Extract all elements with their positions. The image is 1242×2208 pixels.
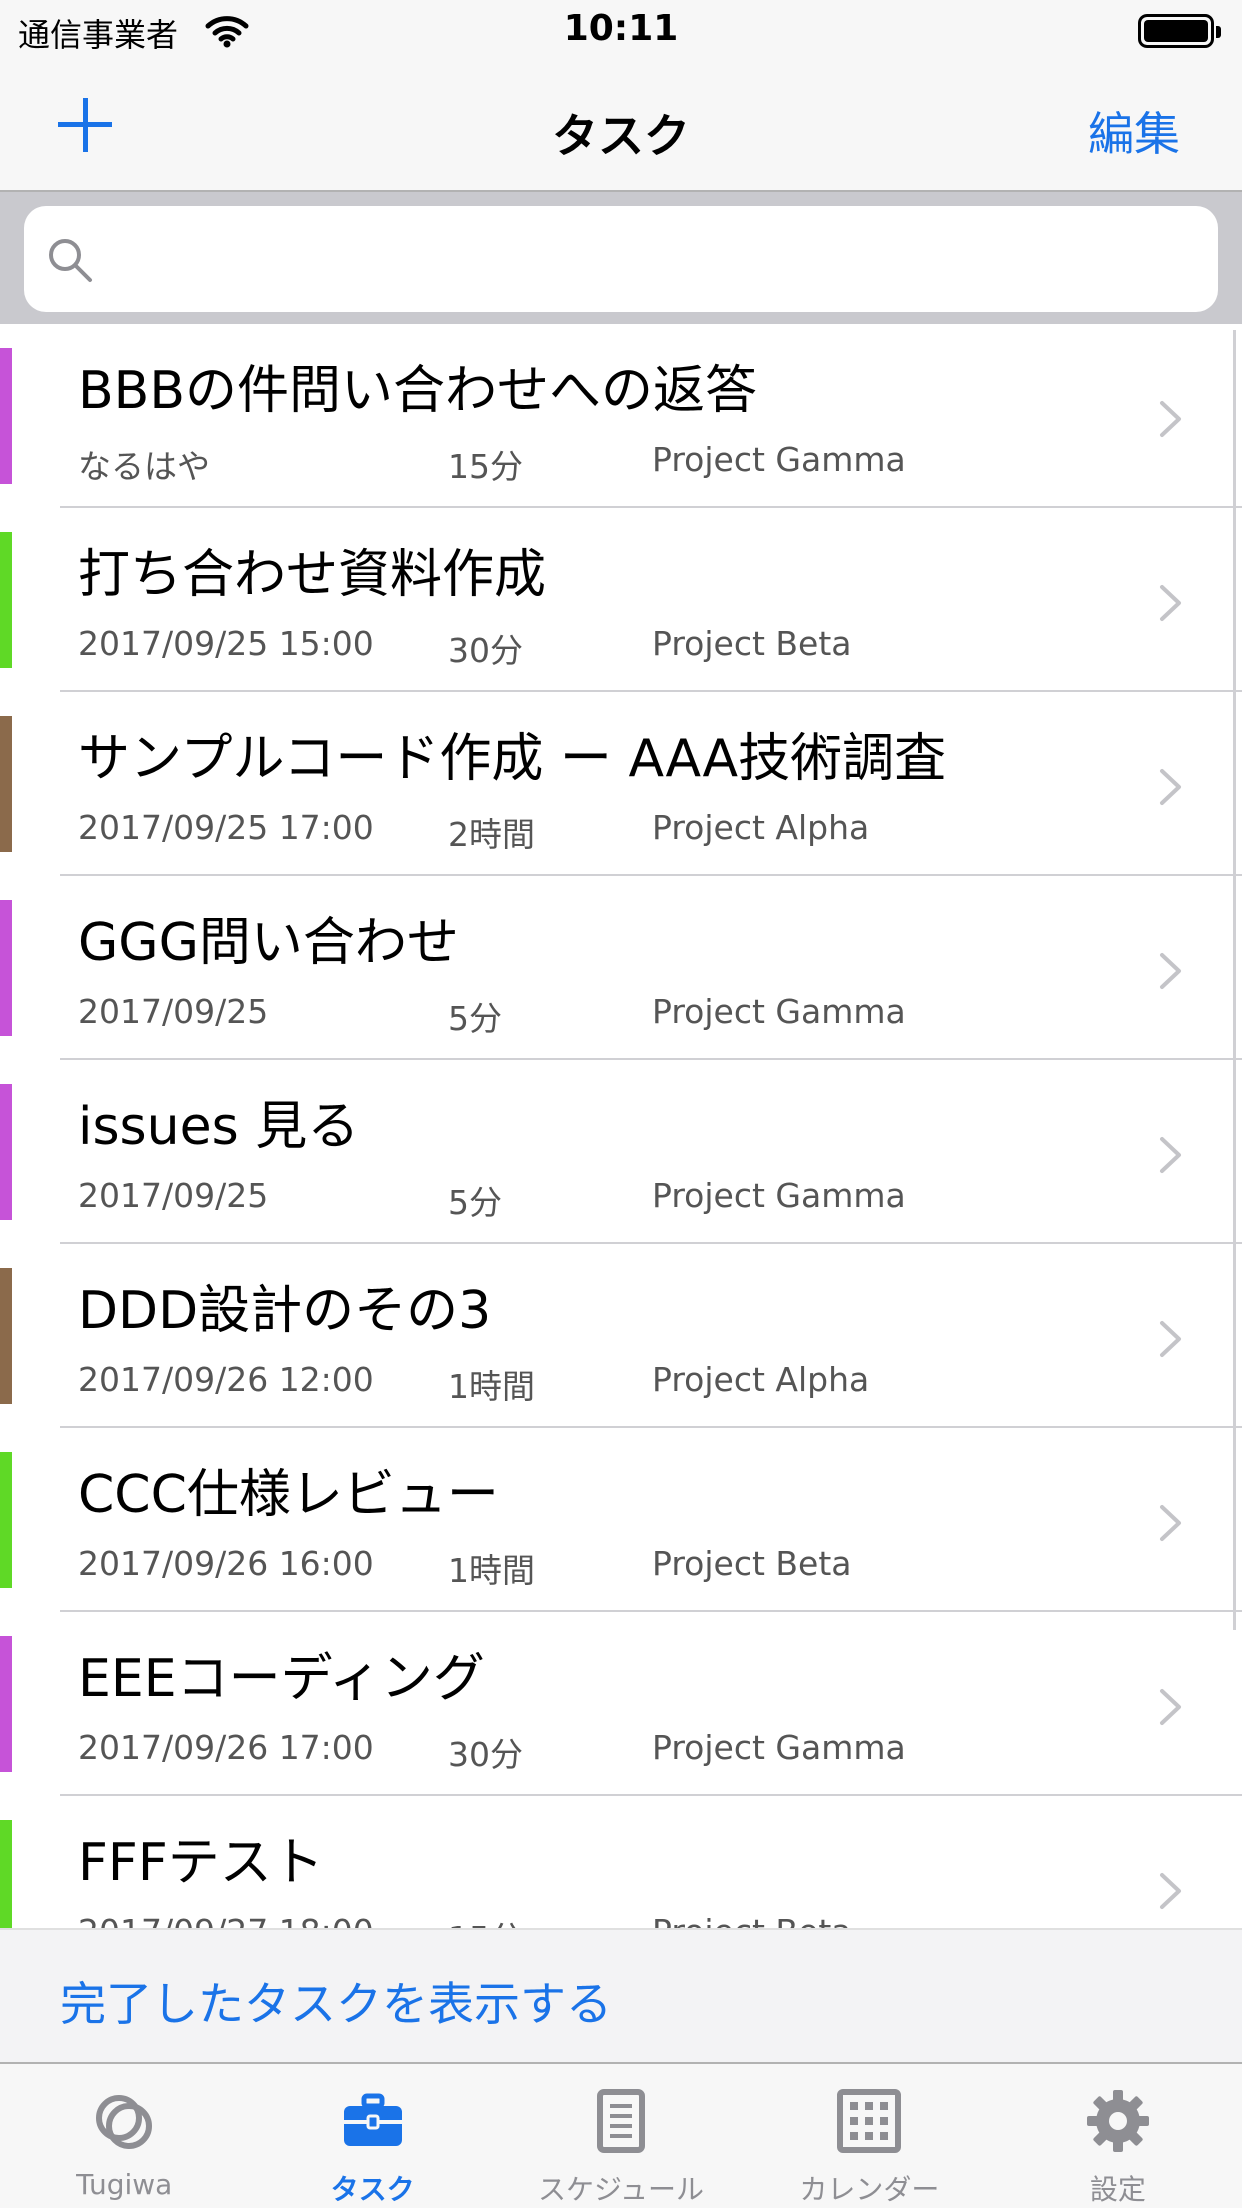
- completed-tasks-bar: 完了したタスクを表示する: [0, 1928, 1242, 2062]
- task-due: 2017/09/26 12:00: [78, 1360, 374, 1399]
- task-project: Project Beta: [652, 1544, 852, 1583]
- chevron-right-icon: [1160, 1505, 1181, 1541]
- edit-button[interactable]: 編集: [1088, 98, 1180, 164]
- document-icon: [597, 2089, 646, 2153]
- project-color-bar: [0, 1636, 12, 1772]
- project-color-bar: [0, 532, 12, 668]
- clock: 10:11: [563, 8, 679, 49]
- tab-calendar[interactable]: カレンダー: [745, 2064, 993, 2208]
- task-duration: 30分: [448, 631, 523, 670]
- chevron-right-icon: [1160, 401, 1181, 437]
- tab-label: タスク: [330, 2173, 415, 2206]
- task-due: 2017/09/26 16:00: [78, 1544, 374, 1583]
- task-project: Project Gamma: [652, 440, 906, 479]
- chevron-right-icon: [1160, 1137, 1181, 1173]
- task-due: 2017/09/25 15:00: [78, 624, 374, 663]
- task-duration: 30分: [448, 1735, 523, 1774]
- task-title: EEEコーディング: [78, 1649, 485, 1709]
- chevron-right-icon: [1160, 1873, 1181, 1909]
- project-color-bar: [0, 1268, 12, 1404]
- task-duration: 1時間: [448, 1367, 535, 1406]
- project-color-bar: [0, 1084, 12, 1220]
- task-project: Project Beta: [652, 1912, 852, 1928]
- chevron-right-icon: [1160, 769, 1181, 805]
- task-duration: 15分: [448, 1912, 523, 1928]
- task-row[interactable]: 打ち合わせ資料作成 2017/09/25 15:00 30分 Project B…: [0, 508, 1242, 692]
- project-color-bar: [0, 1820, 12, 1928]
- task-row[interactable]: BBBの件問い合わせへの返答 なるはや 15分 Project Gamma: [0, 324, 1242, 508]
- tab-label: Tugiwa: [76, 2168, 173, 2201]
- task-project: Project Gamma: [652, 992, 906, 1031]
- task-title: GGG問い合わせ: [78, 913, 459, 973]
- task-title: 打ち合わせ資料作成: [78, 545, 547, 605]
- gear-icon: [1086, 2090, 1149, 2152]
- task-title: サンプルコード作成 ー AAA技術調査: [78, 729, 947, 789]
- status-bar: 通信事業者 10:11: [0, 0, 1242, 60]
- task-title: BBBの件問い合わせへの返答: [78, 361, 758, 421]
- task-due: 2017/09/27 18:00: [78, 1912, 374, 1928]
- task-duration: 5分: [448, 1183, 502, 1222]
- task-duration: 1時間: [448, 1551, 535, 1590]
- task-row[interactable]: EEEコーディング 2017/09/26 17:00 30分 Project G…: [0, 1612, 1242, 1796]
- task-row[interactable]: DDD設計のその3 2017/09/26 12:00 1時間 Project A…: [0, 1244, 1242, 1428]
- task-project: Project Gamma: [652, 1176, 906, 1215]
- tab-bar: Tugiwa タスク スケジュール カレンダー 設定: [0, 2062, 1242, 2208]
- task-due: なるはや: [78, 447, 210, 486]
- tab-schedule[interactable]: スケジュール: [497, 2064, 745, 2208]
- tab-tugiwa[interactable]: Tugiwa: [0, 2064, 248, 2208]
- task-project: Project Beta: [652, 624, 852, 663]
- chevron-right-icon: [1160, 585, 1181, 621]
- task-duration: 2時間: [448, 815, 535, 854]
- task-duration: 15分: [448, 447, 523, 486]
- task-project: Project Alpha: [652, 808, 870, 847]
- project-color-bar: [0, 716, 12, 852]
- project-color-bar: [0, 900, 12, 1036]
- task-row[interactable]: issues 見る 2017/09/25 5分 Project Gamma: [0, 1060, 1242, 1244]
- navigation-bar: タスク 編集: [0, 60, 1242, 192]
- tugiwa-icon: [96, 2095, 153, 2149]
- chevron-right-icon: [1160, 1321, 1181, 1357]
- task-title: FFFテスト: [78, 1833, 324, 1893]
- search-icon: [49, 239, 92, 282]
- task-row[interactable]: GGG問い合わせ 2017/09/25 5分 Project Gamma: [0, 876, 1242, 1060]
- task-duration: 5分: [448, 999, 502, 1038]
- task-due: 2017/09/25 17:00: [78, 808, 374, 847]
- chevron-right-icon: [1160, 1689, 1181, 1725]
- task-row[interactable]: サンプルコード作成 ー AAA技術調査 2017/09/25 17:00 2時間…: [0, 692, 1242, 876]
- briefcase-icon: [343, 2093, 402, 2146]
- show-completed-button[interactable]: 完了したタスクを表示する: [60, 1968, 612, 2034]
- scrollbar[interactable]: [1233, 330, 1236, 1630]
- tab-label: スケジュール: [537, 2173, 705, 2206]
- project-color-bar: [0, 1452, 12, 1588]
- task-row[interactable]: FFFテスト 2017/09/27 18:00 15分 Project Beta: [0, 1796, 1242, 1928]
- task-due: 2017/09/25: [78, 992, 269, 1031]
- tab-tasks[interactable]: タスク: [248, 2064, 496, 2208]
- tab-settings[interactable]: 設定: [994, 2064, 1242, 2208]
- battery-icon: [1138, 14, 1221, 48]
- task-project: Project Gamma: [652, 1728, 906, 1767]
- project-color-bar: [0, 348, 12, 484]
- page-title: タスク: [552, 109, 690, 163]
- task-project: Project Alpha: [652, 1360, 870, 1399]
- calendar-icon: [837, 2089, 902, 2153]
- search-input[interactable]: [24, 206, 1218, 312]
- task-due: 2017/09/26 17:00: [78, 1728, 374, 1767]
- task-title: DDD設計のその3: [78, 1281, 492, 1341]
- task-title: issues 見る: [78, 1097, 360, 1157]
- tab-label: 設定: [1089, 2173, 1146, 2206]
- search-bar: [0, 192, 1242, 324]
- tab-label: カレンダー: [799, 2173, 940, 2206]
- task-title: CCC仕様レビュー: [78, 1465, 499, 1525]
- task-list[interactable]: BBBの件問い合わせへの返答 なるはや 15分 Project Gamma 打ち…: [0, 324, 1242, 1928]
- task-row[interactable]: CCC仕様レビュー 2017/09/26 16:00 1時間 Project B…: [0, 1428, 1242, 1612]
- chevron-right-icon: [1160, 953, 1181, 989]
- task-due: 2017/09/25: [78, 1176, 269, 1215]
